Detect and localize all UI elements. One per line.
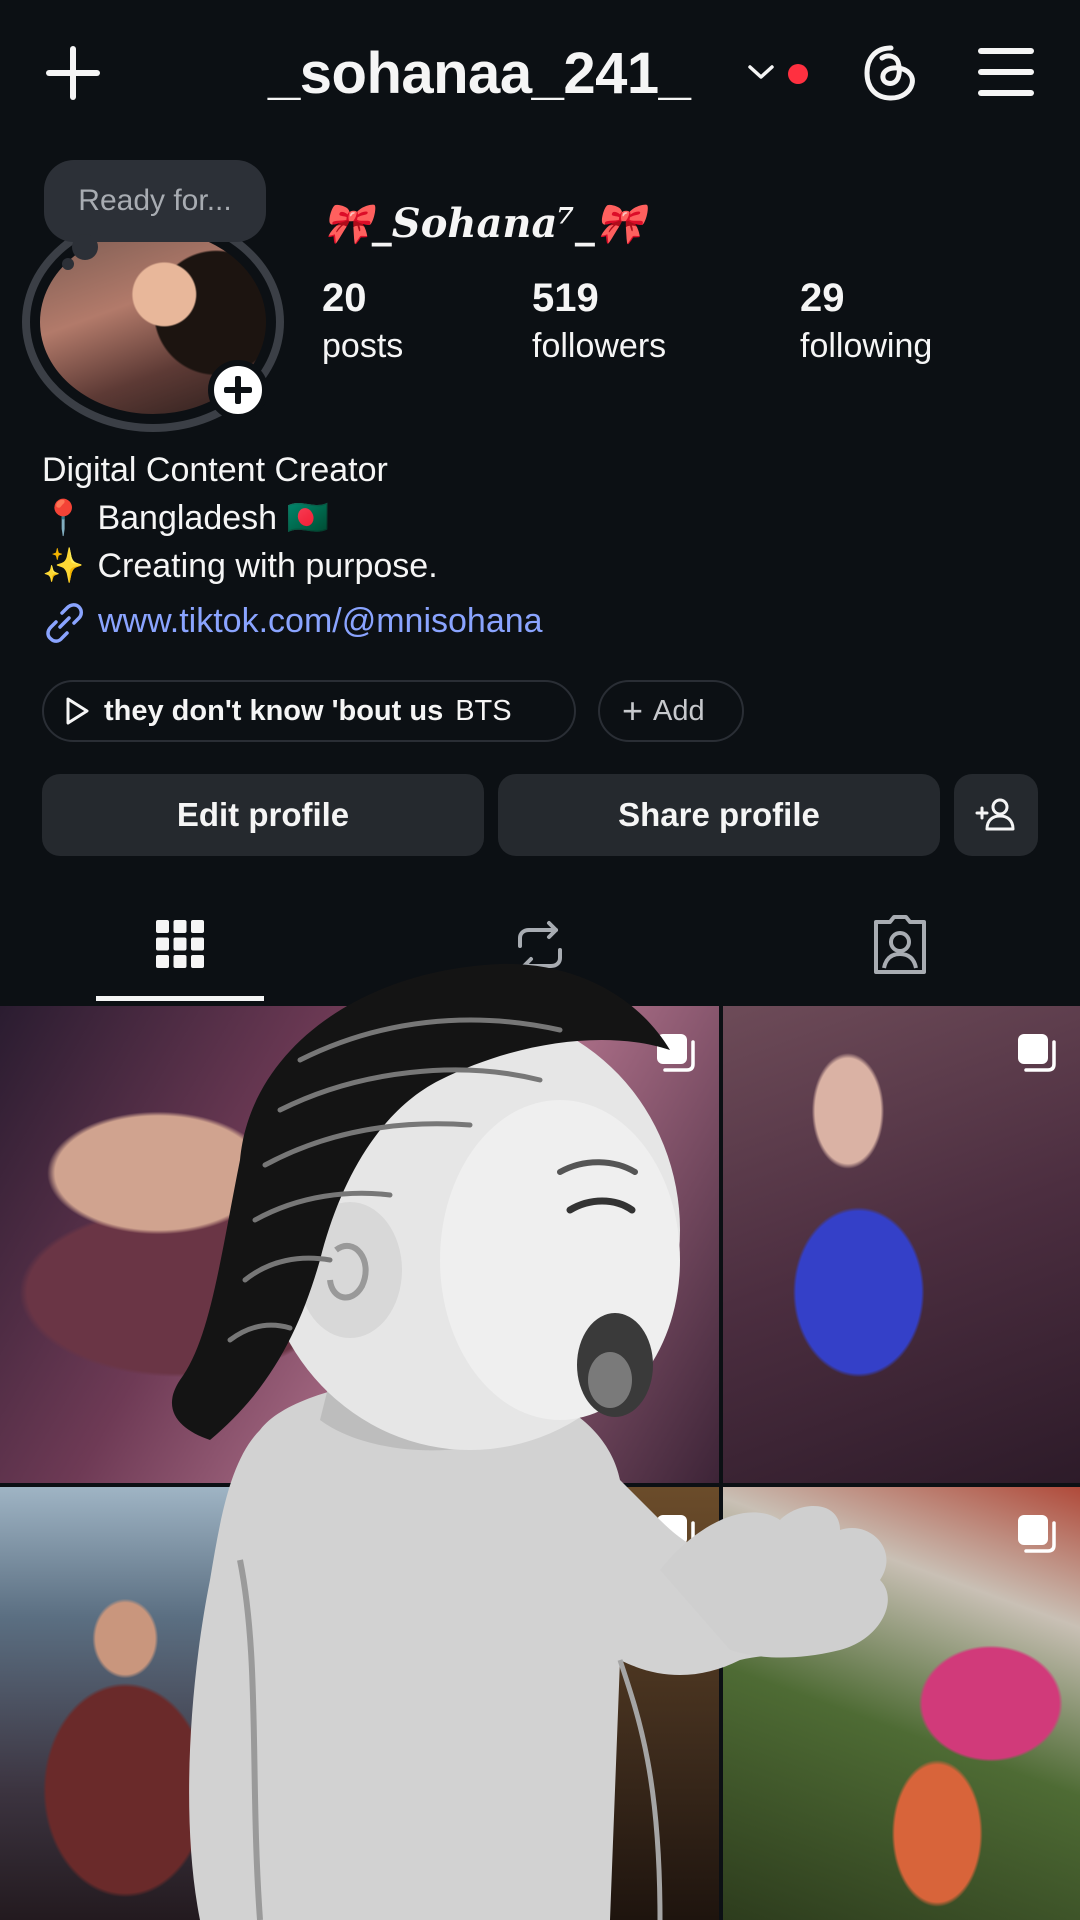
threads-icon[interactable] [862,44,920,102]
music-song-title: they don't know 'bout us [104,694,444,727]
carousel-icon [1018,1034,1056,1072]
play-icon [66,697,89,725]
bio-line: 📍 Bangladesh 🇧🇩 [42,494,438,542]
stat-value: 29 [800,276,845,320]
add-story-icon[interactable] [208,360,268,420]
carousel-icon [1018,1515,1056,1553]
stat-label: followers [532,327,667,365]
stat-value: 519 [532,276,599,320]
note-bubble-tail [72,234,98,260]
stat-posts[interactable]: 20 posts [322,276,403,366]
bio-line: Digital Content Creator [42,451,388,489]
add-chip[interactable]: + Add [598,680,744,742]
note-bubble[interactable]: Ready for... [44,160,266,242]
account-username[interactable]: _sohanaa_241_ [268,40,691,107]
discover-people-button[interactable] [954,774,1038,856]
top-bar: _sohanaa_241_ [0,0,1080,150]
overlay-sticker-image [171,963,888,1920]
bio-line: ✨ Creating with purpose. [42,542,438,590]
music-artist: BTS [455,694,512,727]
add-person-icon [975,798,1015,831]
note-bubble-tail-dot [62,258,74,270]
profile-music-chip[interactable]: they don't know 'bout us BTS [42,680,576,742]
stat-label: posts [322,327,404,365]
stat-following[interactable]: 29 following [800,276,932,366]
stat-value: 20 [322,276,367,320]
stat-label: following [800,327,933,365]
bio-link-text[interactable]: www.tiktok.com/@mnisohana [98,602,543,640]
add-chip-label: Add [653,694,705,727]
chevron-down-icon[interactable] [744,60,778,84]
share-profile-button[interactable]: Share profile [498,774,940,856]
display-name: 🎀_Sohana⁷_🎀 [322,200,645,247]
edit-profile-button[interactable]: Edit profile [42,774,484,856]
hamburger-menu-icon[interactable] [978,48,1034,96]
plus-icon: + [622,690,644,731]
bio: Digital Content Creator 📍 Bangladesh 🇧🇩 … [42,446,438,590]
notification-dot [788,64,808,84]
link-icon [46,603,83,643]
bio-link[interactable]: www.tiktok.com/@mnisohana [42,602,543,643]
pin-emoji: 📍 [42,499,85,537]
plus-icon[interactable] [44,44,102,102]
stat-followers[interactable]: 519 followers [532,276,666,366]
sparkles-emoji: ✨ [42,547,85,585]
